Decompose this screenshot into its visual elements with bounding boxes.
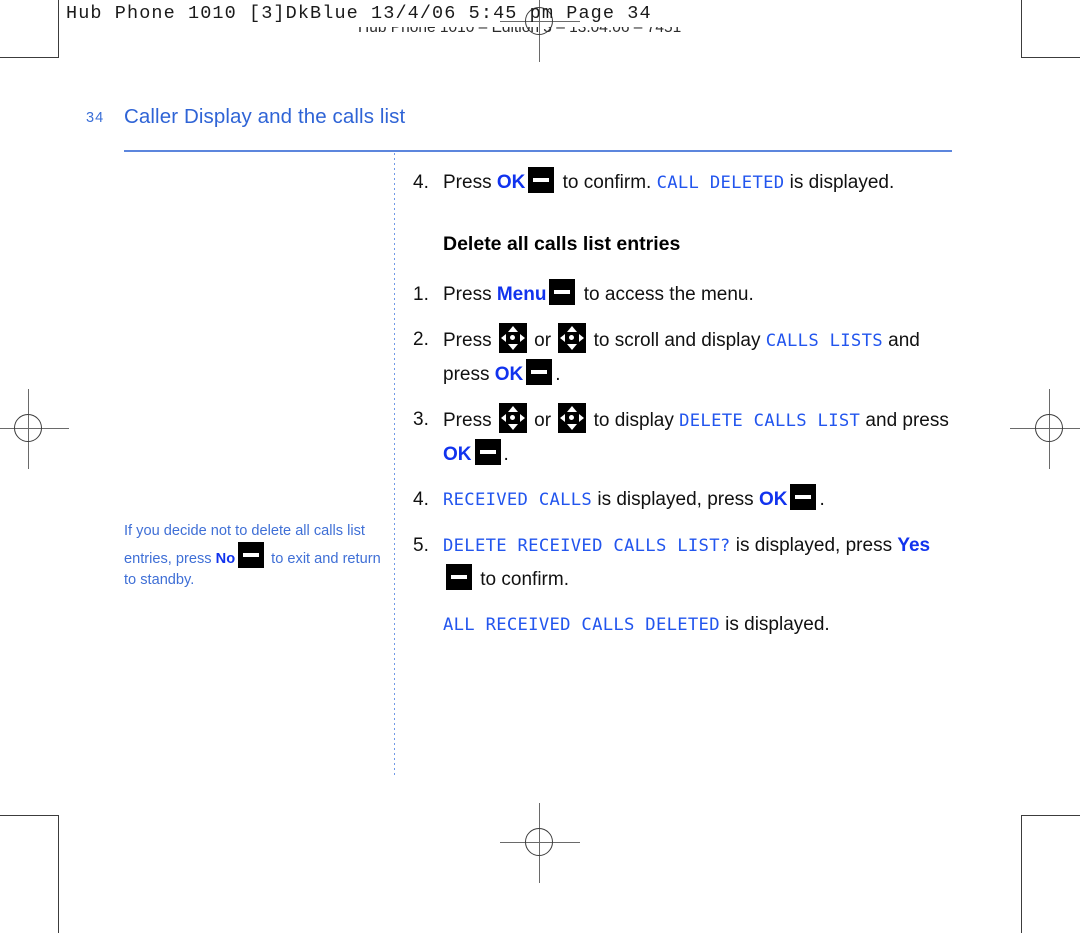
step-2: 2. Press or to scroll and display CALLS L… xyxy=(413,323,958,391)
step-text: is displayed, press xyxy=(730,535,898,556)
step-text: Press xyxy=(443,172,497,193)
step-3: 3. Press or to display DELETE CALLS LIST … xyxy=(413,403,958,471)
step-number: 5. xyxy=(413,535,429,556)
main-content-column: 4. Press OK to confirm. CALL DELETED is d… xyxy=(413,166,958,654)
step-number: 1. xyxy=(413,284,429,305)
step-4: 4. RECEIVED CALLS is displayed, press OK. xyxy=(413,483,958,517)
step-text: . xyxy=(819,489,825,510)
sidebar-note: If you decide not to delete all calls li… xyxy=(124,521,386,591)
step-text: . xyxy=(555,364,561,385)
ok-key-label: OK xyxy=(758,489,788,510)
step-5: 5. DELETE RECEIVED CALLS LIST? is display… xyxy=(413,529,958,596)
step-text: to access the menu. xyxy=(578,284,754,305)
sidebar-note-key-label: No xyxy=(215,551,236,567)
ok-key-label: OK xyxy=(494,364,524,385)
lcd-display-text: DELETE CALLS LIST xyxy=(679,411,861,431)
page-folio-number: 34 xyxy=(86,110,105,126)
step-text: Press xyxy=(443,330,497,351)
lcd-display-text: CALLS LISTS xyxy=(765,331,883,351)
closing-paragraph: ALL RECEIVED CALLS DELETED is displayed. xyxy=(413,608,958,642)
yes-key-label: Yes xyxy=(897,535,931,556)
navigation-key-icon xyxy=(498,323,527,353)
closing-text: is displayed. xyxy=(719,614,830,635)
menu-key-label: Menu xyxy=(496,284,547,305)
column-divider xyxy=(394,153,395,778)
soft-key-icon xyxy=(526,359,553,385)
soft-key-icon xyxy=(446,564,472,590)
header-rule xyxy=(124,150,952,152)
step-text: is displayed, press xyxy=(592,489,759,510)
step-number: 2. xyxy=(413,329,429,350)
step-number: 4. xyxy=(413,489,429,510)
step-text: to confirm. xyxy=(557,172,657,193)
lcd-display-text: ALL RECEIVED CALLS DELETED xyxy=(443,615,720,635)
ok-key-label: OK xyxy=(496,172,526,193)
section-heading: Delete all calls list entries xyxy=(443,233,681,255)
step-1: 1. Press Menu to access the menu. xyxy=(413,278,958,311)
step-number: 3. xyxy=(413,409,429,430)
step-text: to display xyxy=(588,410,680,431)
lcd-display-text: CALL DELETED xyxy=(656,173,785,193)
step-text: to confirm. xyxy=(475,569,569,590)
soft-key-icon xyxy=(528,167,555,193)
soft-key-icon xyxy=(238,542,265,568)
lcd-display-text: DELETE RECEIVED CALLS LIST? xyxy=(443,536,731,556)
step-text: Press xyxy=(443,410,497,431)
navigation-key-icon xyxy=(558,323,587,353)
step-number: 4. xyxy=(413,172,429,193)
step-text: . xyxy=(503,444,509,465)
step-text: or xyxy=(528,410,557,431)
ok-key-label: OK xyxy=(443,444,472,465)
soft-key-icon xyxy=(474,439,501,465)
page-title: Caller Display and the calls list xyxy=(124,105,406,128)
step-continuation-4: 4. Press OK to confirm. CALL DELETED is d… xyxy=(413,166,958,200)
step-text: or xyxy=(528,330,557,351)
step-text: to scroll and display xyxy=(588,330,766,351)
navigation-key-icon xyxy=(498,403,527,433)
step-text: Press xyxy=(443,284,497,305)
lcd-display-text: RECEIVED CALLS xyxy=(443,490,593,510)
manual-page: 34 Caller Display and the calls list If … xyxy=(0,0,1080,873)
navigation-key-icon xyxy=(558,403,587,433)
step-text: and press xyxy=(860,410,949,431)
soft-key-icon xyxy=(549,279,576,305)
step-text: is displayed. xyxy=(784,172,895,193)
soft-key-icon xyxy=(790,484,817,510)
